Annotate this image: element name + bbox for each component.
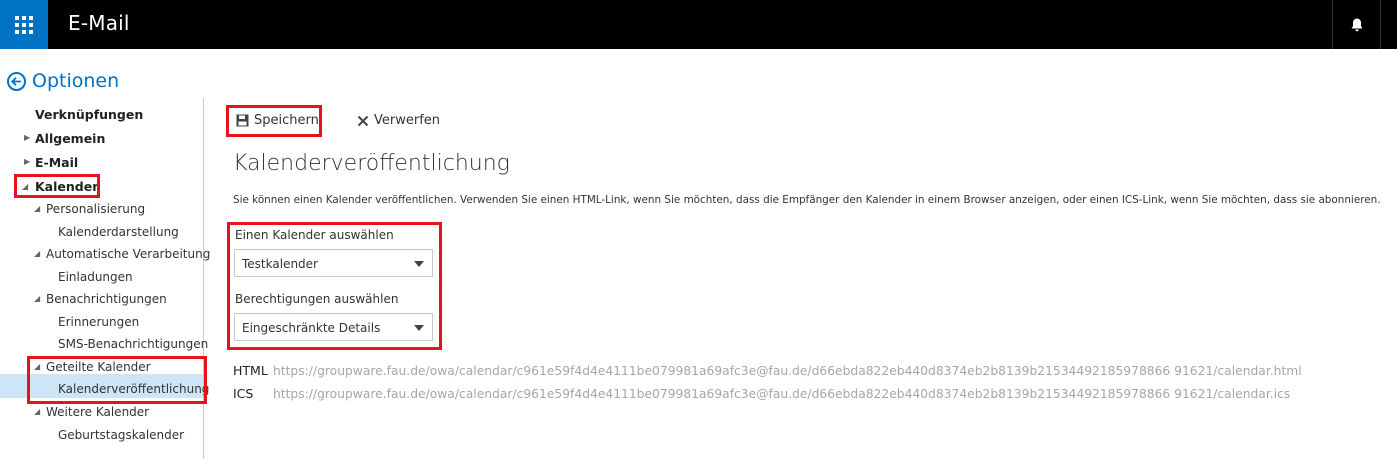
back-to-options[interactable]: Optionen — [7, 70, 119, 92]
nav-item-automatische-verarbeitung[interactable]: Automatische Verarbeitung — [46, 247, 210, 261]
back-arrow-icon — [7, 71, 26, 91]
nav-item-personalisierung[interactable]: Personalisierung — [46, 202, 145, 216]
ics-link-label: ICS — [233, 386, 254, 401]
waffle-icon[interactable] — [0, 0, 48, 49]
collapse-arrow-icon[interactable]: ◢ — [34, 294, 40, 303]
ics-link[interactable]: https://groupware.fau.de/owa/calendar/c9… — [273, 387, 1290, 401]
back-label: Optionen — [32, 70, 120, 92]
html-link-label: HTML — [233, 363, 268, 378]
bell-icon[interactable] — [1332, 0, 1381, 49]
nav-item-kalenderdarstellung[interactable]: Kalenderdarstellung — [58, 225, 179, 239]
expand-arrow-icon[interactable]: ▶ — [24, 133, 30, 142]
nav-item-verknuepfungen[interactable]: Verknüpfungen — [35, 107, 143, 122]
nav-item-weitere-kalender[interactable]: Weitere Kalender — [46, 405, 149, 419]
collapse-arrow-icon[interactable]: ◢ — [34, 407, 40, 416]
collapse-arrow-icon[interactable]: ◢ — [34, 204, 40, 213]
nav-item-einladungen[interactable]: Einladungen — [58, 270, 133, 284]
highlight-box — [14, 174, 100, 198]
nav-item-sms-benachrichtigungen[interactable]: SMS-Benachrichtigungen — [58, 337, 208, 351]
collapse-arrow-icon[interactable]: ◢ — [34, 249, 40, 258]
discard-button[interactable]: Verwerfen — [357, 113, 440, 128]
page-title: Kalenderveröffentlichung — [233, 151, 510, 176]
highlight-box — [226, 105, 322, 137]
discard-label: Verwerfen — [374, 113, 441, 128]
nav-item-benachrichtigungen[interactable]: Benachrichtigungen — [46, 292, 167, 306]
left-navigation: Verknüpfungen ▶ Allgemein ▶ E-Mail ◢ Kal… — [0, 98, 210, 459]
highlight-box — [227, 222, 442, 350]
expand-arrow-icon[interactable]: ▶ — [24, 157, 30, 166]
top-bar: E-Mail — [0, 0, 1397, 49]
nav-item-geburtstagskalender[interactable]: Geburtstagskalender — [58, 428, 184, 442]
html-link[interactable]: https://groupware.fau.de/owa/calendar/c9… — [273, 364, 1302, 378]
app-title: E-Mail — [68, 11, 130, 35]
highlight-box — [27, 356, 207, 404]
close-icon — [357, 115, 369, 126]
nav-item-erinnerungen[interactable]: Erinnerungen — [58, 315, 139, 329]
nav-item-allgemein[interactable]: Allgemein — [35, 131, 105, 146]
page-description: Sie können einen Kalender veröffentliche… — [233, 194, 1381, 206]
nav-item-email[interactable]: E-Mail — [35, 155, 78, 170]
